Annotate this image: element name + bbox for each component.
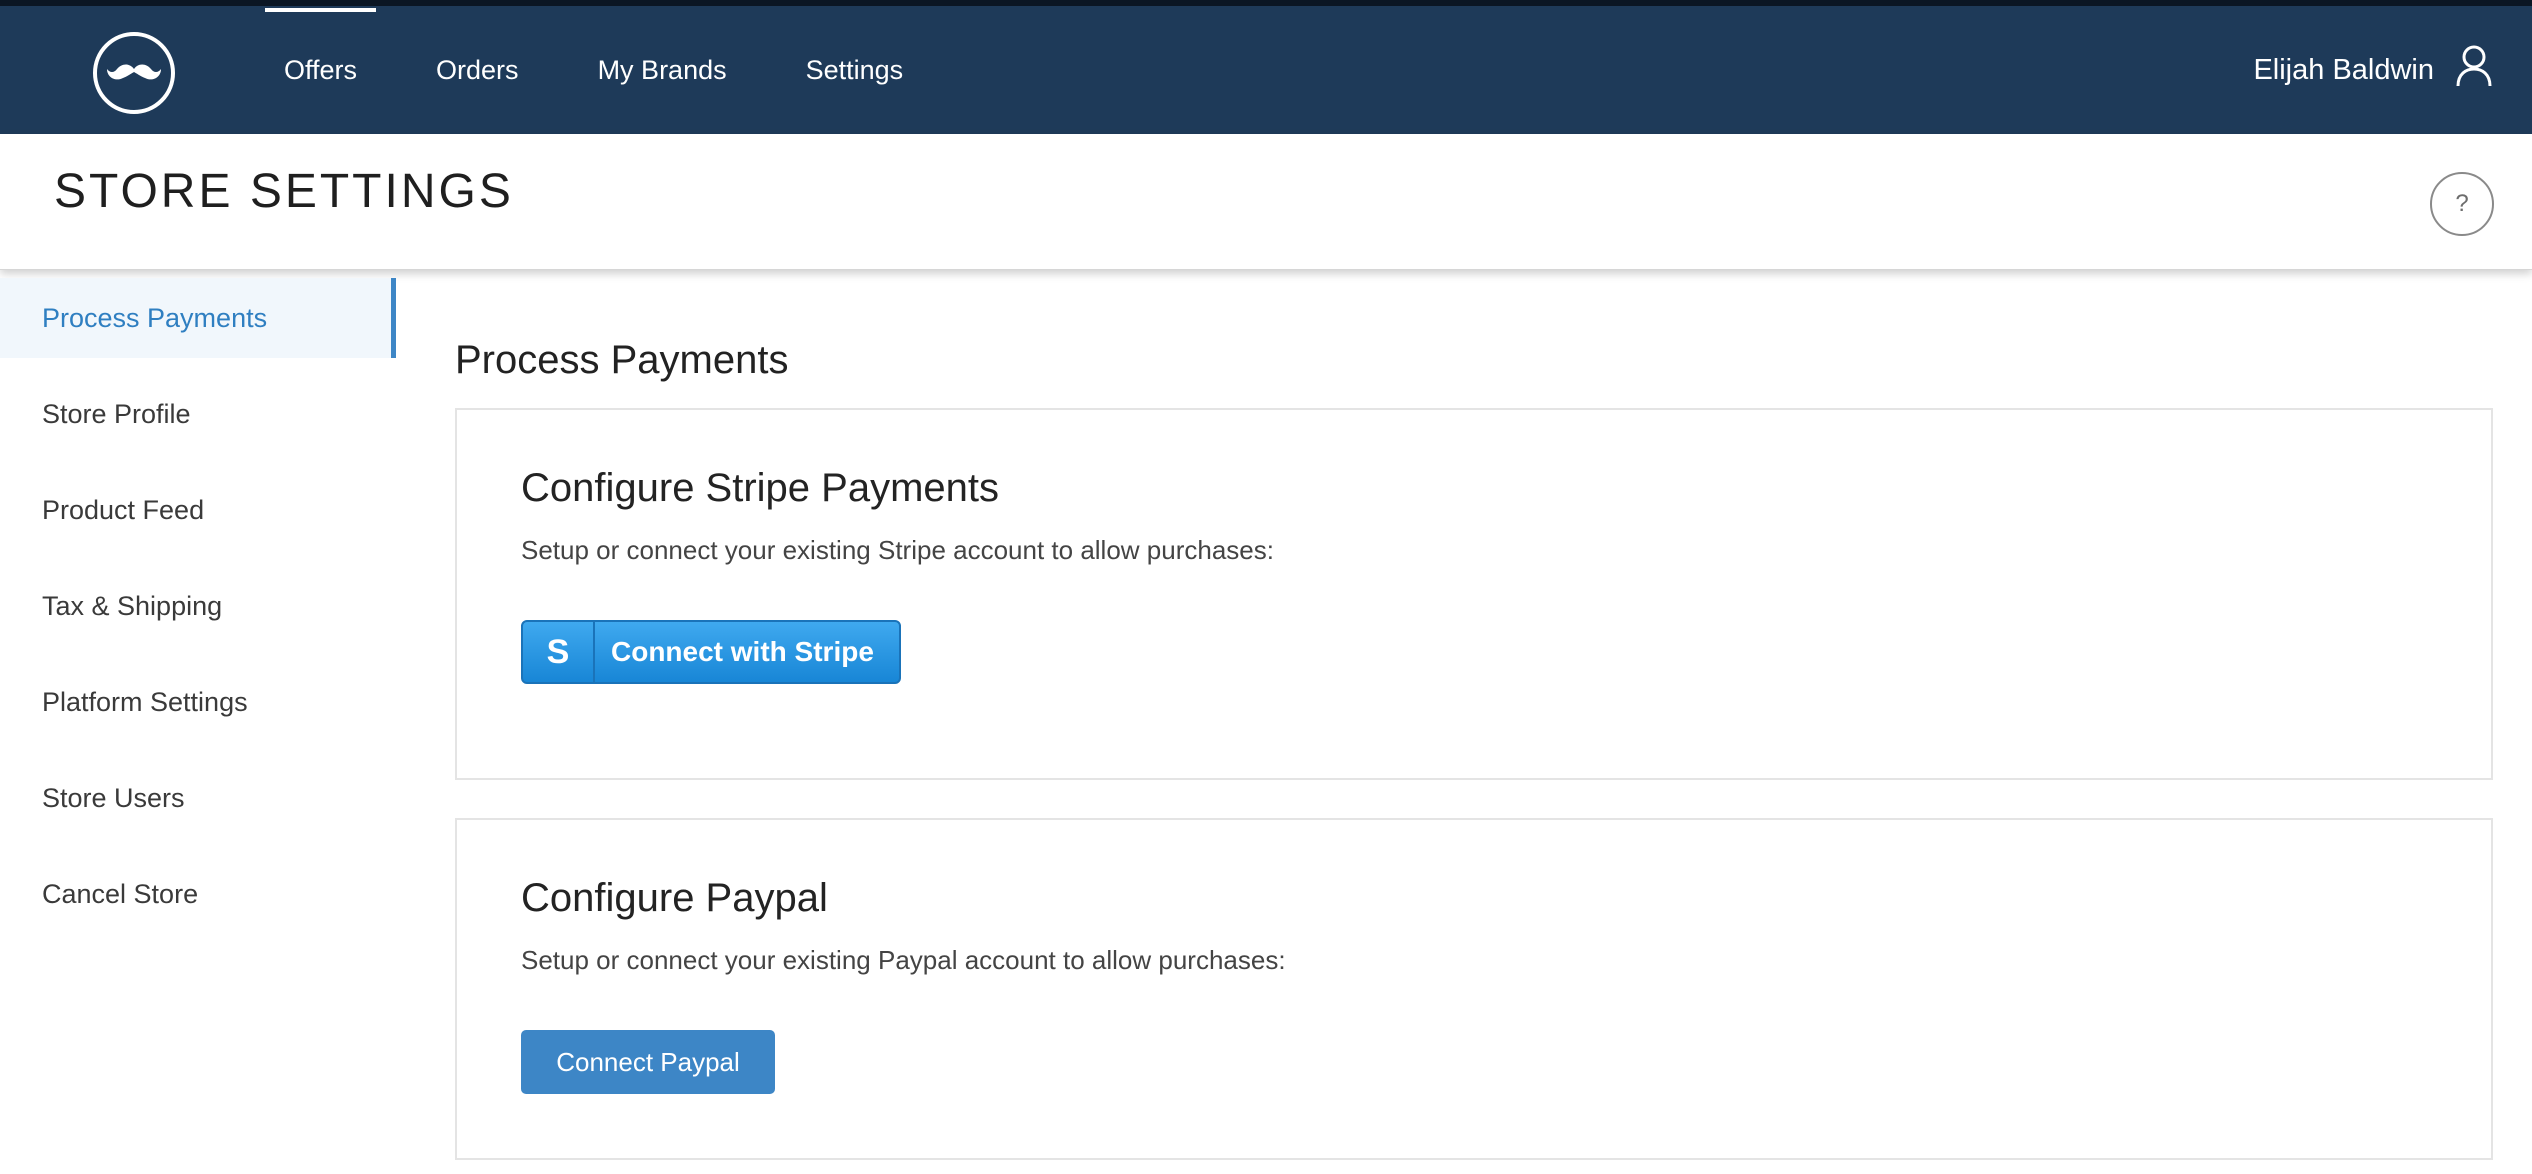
sidebar-item-label: Product Feed <box>42 494 205 525</box>
section-title: Process Payments <box>455 338 789 382</box>
sidebar-item-label: Store Profile <box>42 398 191 429</box>
sidebar-item-store-profile[interactable]: Store Profile <box>0 374 396 454</box>
nav-offers[interactable]: Offers <box>265 6 377 134</box>
stripe-heading: Configure Stripe Payments <box>521 466 1000 510</box>
nav-settings-label: Settings <box>805 54 904 85</box>
stripe-logo-icon: S <box>523 622 595 682</box>
nav-settings[interactable]: Settings <box>787 6 923 134</box>
sidebar-item-label: Process Payments <box>42 302 268 333</box>
connect-paypal-button[interactable]: Connect Paypal <box>521 1030 775 1094</box>
page-header: STORE SETTINGS ? <box>0 134 2532 270</box>
main-nav: Offers Orders My Brands Settings <box>265 6 963 134</box>
sidebar-item-process-payments[interactable]: Process Payments <box>0 278 396 358</box>
user-icon <box>2456 44 2492 96</box>
nav-my-brands[interactable]: My Brands <box>579 6 746 134</box>
user-name: Elijah Baldwin <box>2253 53 2434 86</box>
nav-my-brands-label: My Brands <box>597 54 727 85</box>
help-button[interactable]: ? <box>2430 172 2494 236</box>
help-icon: ? <box>2455 190 2469 217</box>
sidebar-item-store-users[interactable]: Store Users <box>0 758 396 838</box>
stripe-card: Configure Stripe Payments Setup or conne… <box>455 408 2493 780</box>
settings-sidebar: Process Payments Store Profile Product F… <box>0 278 396 950</box>
sidebar-item-tax-shipping[interactable]: Tax & Shipping <box>0 566 396 646</box>
user-menu[interactable]: Elijah Baldwin <box>2253 6 2492 134</box>
nav-orders[interactable]: Orders <box>417 6 538 134</box>
sidebar-item-label: Tax & Shipping <box>42 590 223 621</box>
sidebar-item-label: Store Users <box>42 782 185 813</box>
mustache-logo-icon[interactable] <box>93 32 175 114</box>
nav-orders-label: Orders <box>436 54 519 85</box>
connect-stripe-button[interactable]: S Connect with Stripe <box>521 620 901 684</box>
sidebar-item-label: Cancel Store <box>42 878 199 909</box>
sidebar-item-label: Platform Settings <box>42 686 248 717</box>
paypal-heading: Configure Paypal <box>521 876 828 920</box>
page-title: STORE SETTINGS <box>54 165 514 218</box>
paypal-description: Setup or connect your existing Paypal ac… <box>521 945 1286 975</box>
sidebar-item-product-feed[interactable]: Product Feed <box>0 470 396 550</box>
paypal-card: Configure Paypal Setup or connect your e… <box>455 818 2493 1160</box>
main-content: Process Payments Configure Stripe Paymen… <box>455 278 2493 1160</box>
sidebar-item-platform-settings[interactable]: Platform Settings <box>0 662 396 742</box>
stripe-logo-letter: S <box>546 632 570 671</box>
connect-paypal-label: Connect Paypal <box>556 1046 740 1077</box>
top-navbar: Offers Orders My Brands Settings Elijah … <box>0 0 2532 134</box>
sidebar-item-cancel-store[interactable]: Cancel Store <box>0 854 396 934</box>
stripe-description: Setup or connect your existing Stripe ac… <box>521 535 1274 565</box>
nav-offers-label: Offers <box>284 54 358 85</box>
connect-stripe-label: Connect with Stripe <box>611 636 874 667</box>
